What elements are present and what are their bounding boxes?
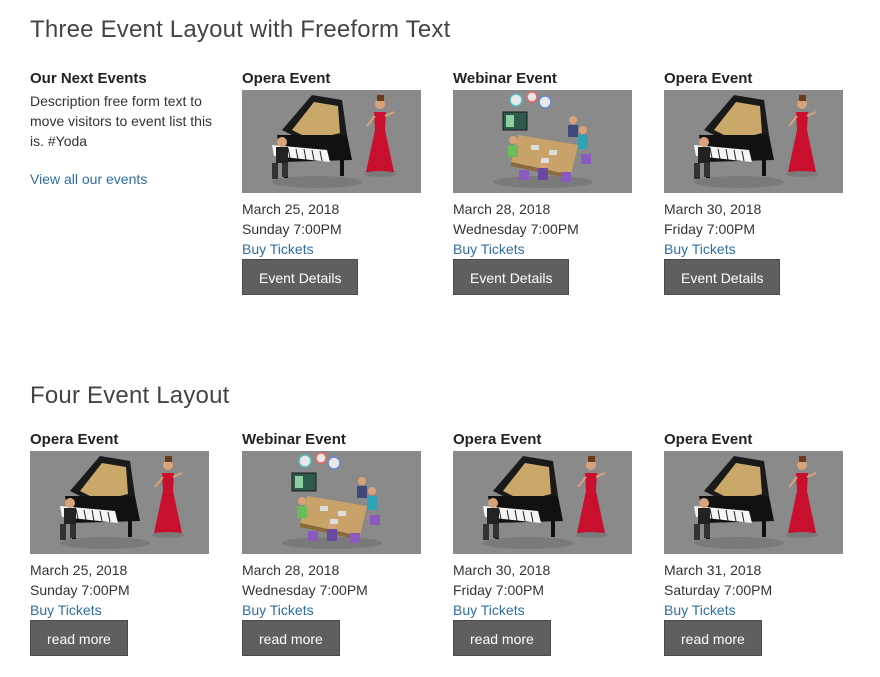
buy-tickets-link[interactable]: Buy Tickets [242,239,422,259]
read-more-button[interactable]: read more [453,620,551,656]
event-title: Opera Event [242,70,331,87]
event-card: Opera Event March 31, 2018 Saturday 7:00… [664,430,844,656]
opera-event-image[interactable] [453,451,632,554]
read-more-button[interactable]: read more [242,620,340,656]
opera-event-image[interactable] [664,90,843,193]
opera-event-image[interactable] [242,90,421,193]
event-title: Opera Event [664,70,753,87]
buy-tickets-link[interactable]: Buy Tickets [453,600,633,620]
opera-event-image[interactable] [664,451,843,554]
event-time: Sunday 7:00PM [242,221,342,237]
opera-event-image[interactable] [30,451,209,554]
event-date: March 31, 2018 [664,562,762,578]
event-time: Saturday 7:00PM [664,582,773,598]
event-time: Friday 7:00PM [664,221,756,237]
buy-tickets-link[interactable]: Buy Tickets [242,600,422,620]
intro-description: Description free form text to move visit… [30,93,213,149]
event-date: March 30, 2018 [664,201,762,217]
event-card: Opera Event March 30, 2018 Friday 7:00PM… [664,69,844,295]
event-card: Webinar Event March 28, 2018 Wednesday 7… [242,430,422,656]
buy-tickets-link[interactable]: Buy Tickets [453,239,633,259]
webinar-event-image[interactable] [242,451,421,554]
event-date: March 25, 2018 [30,562,128,578]
event-card: Opera Event March 30, 2018 Friday 7:00PM… [453,430,633,656]
event-details-button[interactable]: Event Details [664,259,781,295]
event-title: Opera Event [30,431,119,448]
read-more-button[interactable]: read more [30,620,128,656]
event-title: Opera Event [453,431,542,448]
intro-column: Our Next Events Description free form te… [30,69,220,187]
section-title-four-event: Four Event Layout [30,382,230,409]
event-date: March 28, 2018 [242,562,340,578]
read-more-button[interactable]: read more [664,620,762,656]
event-title: Webinar Event [242,431,346,448]
webinar-event-image[interactable] [453,90,632,193]
view-all-events-link[interactable]: View all our events [30,171,220,187]
event-time: Friday 7:00PM [453,582,545,598]
event-details-button[interactable]: Event Details [453,259,570,295]
event-title: Opera Event [664,431,753,448]
event-title: Webinar Event [453,70,557,87]
section-title-three-event: Three Event Layout with Freeform Text [30,16,451,43]
buy-tickets-link[interactable]: Buy Tickets [664,600,844,620]
event-card: Webinar Event March 28, 2018 Wednesday 7… [453,69,633,295]
event-card: Opera Event March 25, 2018 Sunday 7:00PM… [242,69,422,295]
event-date: March 30, 2018 [453,562,551,578]
event-date: March 28, 2018 [453,201,551,217]
event-details-button[interactable]: Event Details [242,259,359,295]
buy-tickets-link[interactable]: Buy Tickets [664,239,844,259]
event-time: Wednesday 7:00PM [453,221,579,237]
intro-title: Our Next Events [30,70,147,87]
buy-tickets-link[interactable]: Buy Tickets [30,600,210,620]
event-time: Wednesday 7:00PM [242,582,368,598]
event-time: Sunday 7:00PM [30,582,130,598]
event-date: March 25, 2018 [242,201,340,217]
event-card: Opera Event March 25, 2018 Sunday 7:00PM… [30,430,210,656]
